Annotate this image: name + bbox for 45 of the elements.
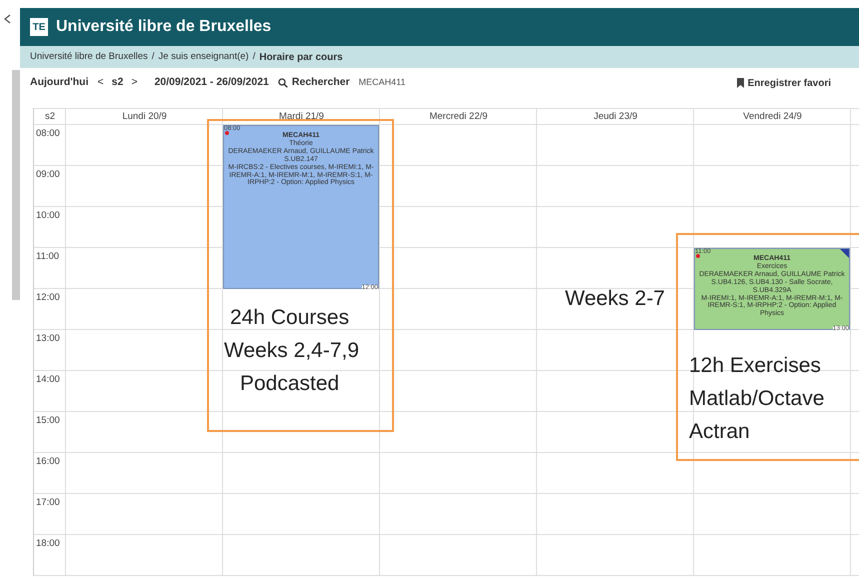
scrollbar-thumb[interactable] [12, 70, 20, 300]
search-icon [278, 78, 288, 88]
hour-label: 10:00 [35, 209, 61, 223]
app-title: Université libre de Bruxelles [56, 17, 272, 37]
week-column-header: s2 [34, 108, 66, 125]
next-button[interactable]: > [131, 75, 138, 91]
annotation-text: 24h Courses [230, 305, 350, 331]
app-logo: TE [30, 18, 48, 36]
breadcrumb-link[interactable]: Université libre de Bruxelles [30, 50, 148, 64]
hour-label: 17:00 [35, 496, 61, 510]
hour-label: 18:00 [35, 537, 61, 551]
hour-label: 13:00 [35, 332, 61, 346]
day-header: Lundi 20/9 [66, 108, 223, 125]
hour-label: 09:00 [35, 168, 61, 182]
breadcrumb-link[interactable]: Je suis enseignant(e) [158, 50, 249, 64]
annotation-text: Weeks 2,4-7,9 [224, 338, 360, 364]
day-header: Mercredi 22/9 [380, 108, 537, 125]
hour-label: 08:00 [35, 127, 61, 141]
annotation-text: Podcasted [240, 371, 340, 397]
chevron-left-icon[interactable] [4, 14, 11, 24]
day-header: Jeudi 23/9 [537, 108, 694, 125]
day-header: Vendredi 24/9 [694, 108, 851, 125]
status-dot-icon [696, 254, 700, 258]
breadcrumb-separator: / [152, 50, 154, 64]
annotation-text: 12h Exercises [689, 353, 821, 379]
date-range: 20/09/2021 - 26/09/2021 [154, 75, 269, 90]
save-favorite-button[interactable]: Enregistrer favori [736, 76, 831, 90]
bookmark-icon [736, 78, 744, 88]
breadcrumb-separator: / [252, 50, 256, 64]
hour-label: 16:00 [35, 455, 61, 469]
hour-label: 12:00 [35, 291, 61, 305]
breadcrumb-current: Horaire par cours [259, 50, 343, 64]
hour-label: 15:00 [35, 414, 61, 428]
week-label: s2 [112, 75, 124, 90]
annotation-text: Weeks 2-7 [565, 286, 665, 312]
annotation-text: Actran [689, 419, 750, 445]
today-button[interactable]: Aujourd'hui [30, 75, 88, 91]
search-query: MECAH411 [358, 76, 406, 90]
search-button[interactable]: Rechercher [278, 75, 350, 91]
status-dot-icon [225, 131, 229, 135]
annotation-text: Matlab/Octave [689, 386, 824, 412]
hour-label: 11:00 [35, 250, 60, 264]
hour-label: 14:00 [35, 373, 61, 387]
previous-button[interactable]: < [97, 75, 104, 91]
event-block[interactable] [694, 248, 850, 330]
